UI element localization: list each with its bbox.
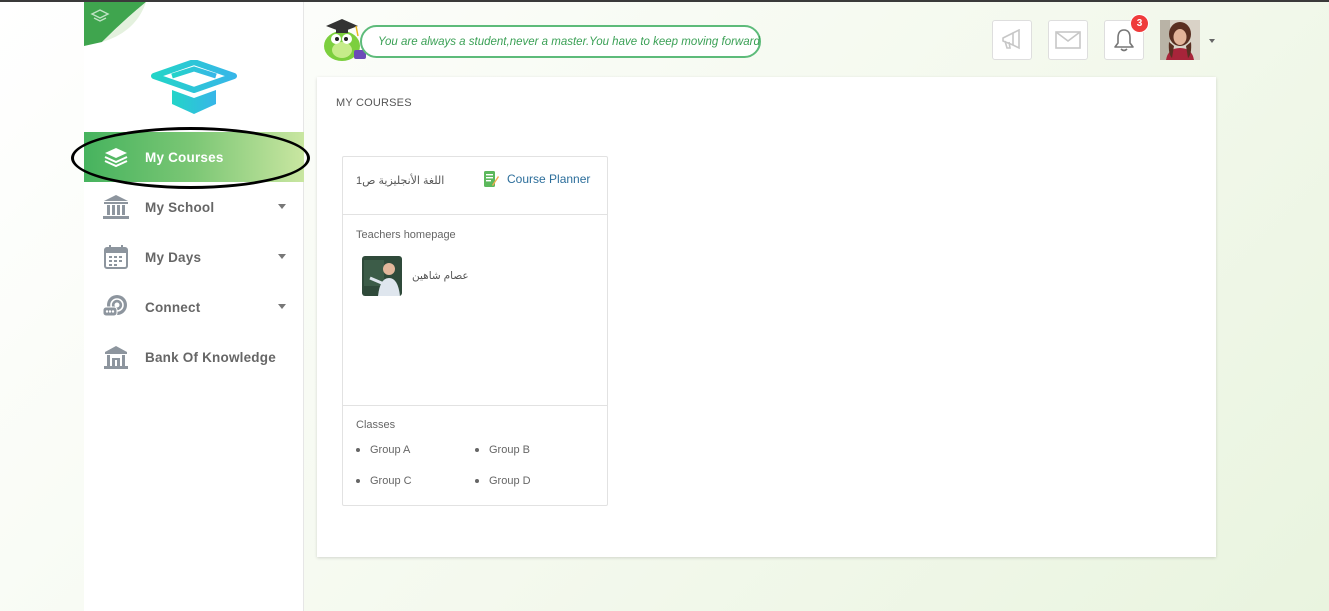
calendar-icon: [102, 243, 130, 271]
teachers-section: Teachers homepage عصام شاهين: [343, 215, 607, 406]
classes-section: Classes Group A Group B Group C Group D: [343, 406, 607, 505]
user-photo-icon: [1160, 20, 1200, 60]
class-item-group-b[interactable]: Group B: [475, 444, 530, 456]
sidebar-item-my-school[interactable]: My School: [84, 182, 304, 232]
sidebar-item-label: Connect: [145, 299, 201, 315]
sidebar-item-label: Bank Of Knowledge: [145, 349, 276, 365]
chat-bubbles-icon: [102, 293, 130, 321]
bank-icon: [102, 343, 130, 371]
messages-button[interactable]: [1048, 20, 1088, 60]
teacher-photo-icon: [362, 256, 402, 296]
sidebar-item-label: My Days: [145, 249, 202, 265]
page-title: MY COURSES: [336, 97, 412, 109]
notebook-pencil-icon: [484, 171, 499, 187]
chevron-down-icon[interactable]: [278, 254, 286, 259]
quote-text: You are always a student,never a master.…: [378, 35, 760, 48]
layers-icon: [102, 143, 130, 171]
user-avatar[interactable]: [1160, 20, 1200, 60]
sidebar-item-my-days[interactable]: My Days: [84, 232, 304, 282]
announcements-button[interactable]: [992, 20, 1032, 60]
course-card: اللغة الأنجليزية ص1 Course Planner Teach…: [342, 156, 608, 506]
teacher-item[interactable]: عصام شاهين: [362, 256, 469, 296]
user-menu-chevron-down-icon[interactable]: [1209, 39, 1215, 43]
motivational-quote-banner: You are always a student,never a master.…: [360, 25, 761, 58]
teachers-section-title: Teachers homepage: [356, 229, 456, 241]
sidebar: My Courses My School My Days Connect Ban…: [84, 2, 304, 611]
classes-section-title: Classes: [356, 419, 396, 431]
class-item-group-c[interactable]: Group C: [356, 475, 412, 487]
teacher-avatar: [362, 256, 402, 296]
chevron-down-icon[interactable]: [278, 204, 286, 209]
app-logo-icon: [151, 60, 237, 114]
corner-fold-logo-icon: [84, 2, 146, 46]
course-planner-link[interactable]: Course Planner: [483, 170, 590, 188]
sidebar-item-connect[interactable]: Connect: [84, 282, 304, 332]
sidebar-item-my-courses[interactable]: My Courses: [84, 132, 304, 182]
courses-panel: MY COURSES اللغة الأنجليزية ص1 Course Pl…: [317, 77, 1216, 557]
chevron-down-icon[interactable]: [278, 304, 286, 309]
sidebar-item-label: My Courses: [145, 149, 224, 165]
mail-icon: [1055, 31, 1081, 49]
sidebar-nav: My Courses My School My Days Connect Ban…: [84, 132, 304, 382]
class-item-group-d[interactable]: Group D: [475, 475, 531, 487]
megaphone-icon: [1002, 29, 1020, 50]
bell-icon: [1114, 29, 1134, 52]
course-planner-label: Course Planner: [507, 172, 591, 186]
course-card-header: اللغة الأنجليزية ص1 Course Planner: [343, 157, 607, 215]
course-name[interactable]: اللغة الأنجليزية ص1: [356, 174, 444, 187]
teacher-name: عصام شاهين: [412, 270, 469, 282]
sidebar-item-label: My School: [145, 199, 215, 215]
class-item-group-a[interactable]: Group A: [356, 444, 410, 456]
sidebar-item-bank-of-knowledge[interactable]: Bank Of Knowledge: [84, 332, 304, 382]
school-building-icon: [102, 193, 130, 221]
notification-count-badge: 3: [1130, 14, 1149, 33]
